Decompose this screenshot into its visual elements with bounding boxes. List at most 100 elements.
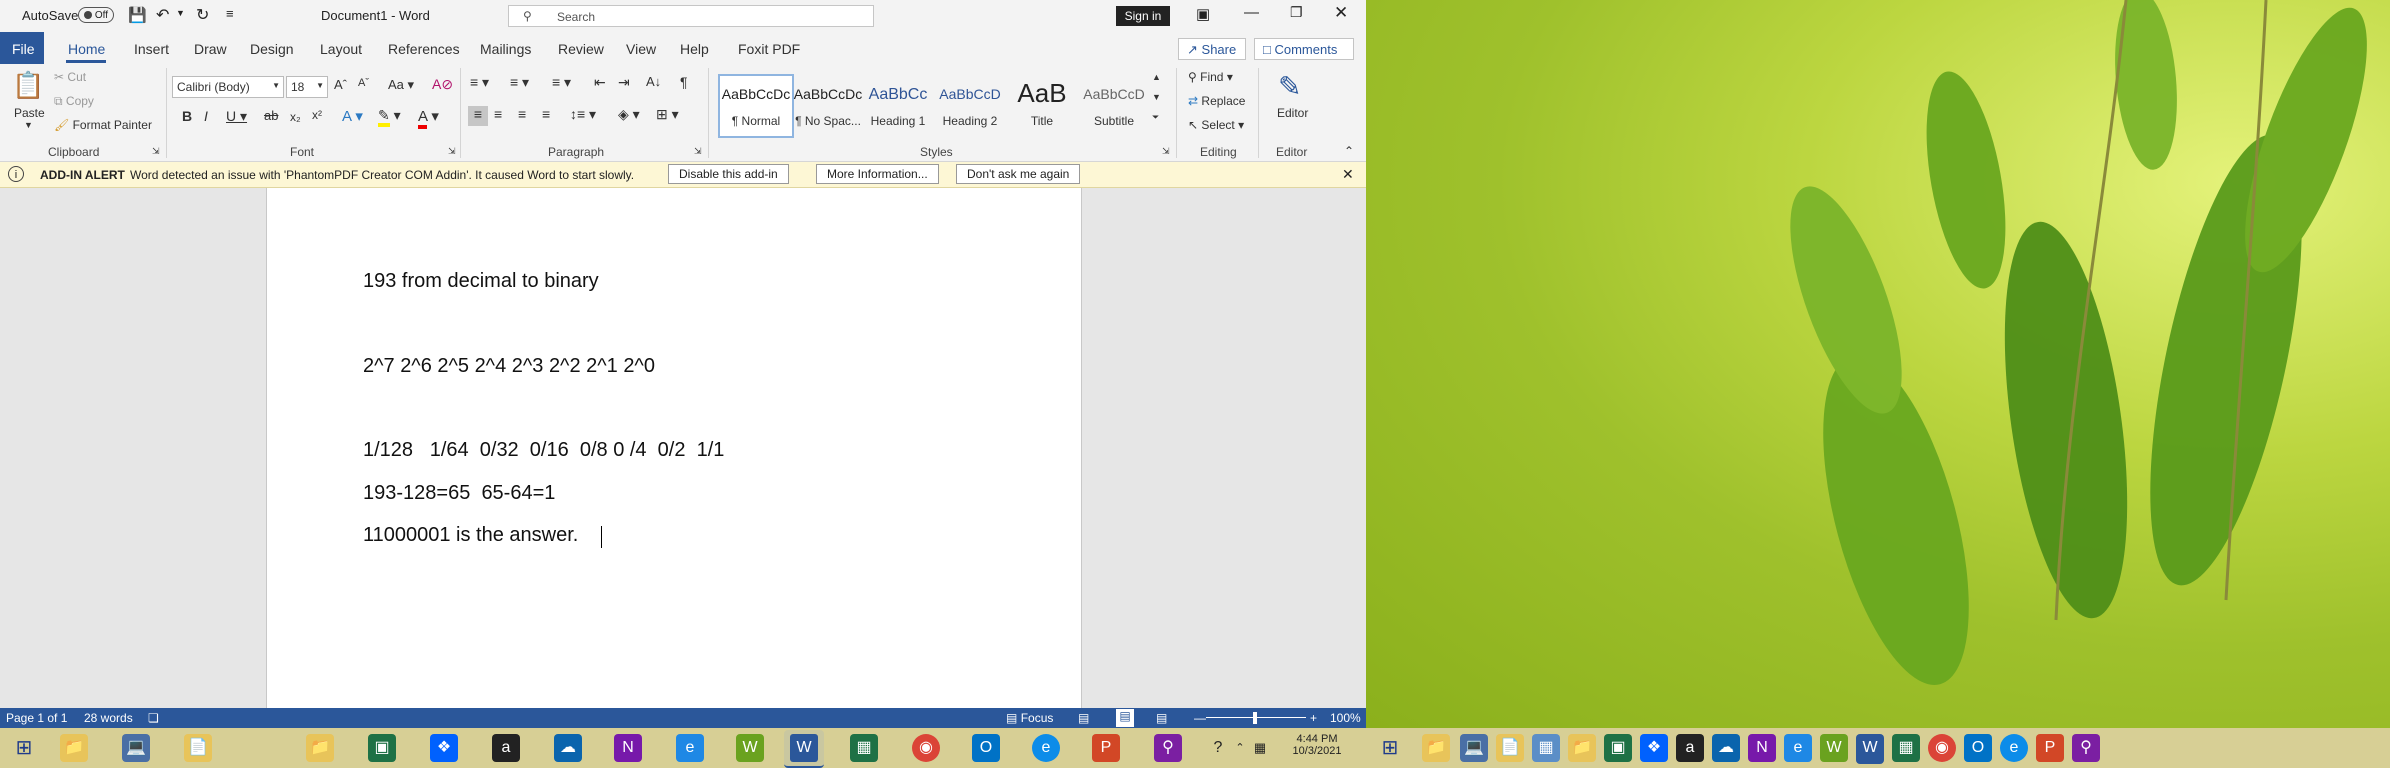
file-explorer-icon[interactable]: 📁: [1422, 734, 1450, 762]
select-button[interactable]: ↖ Select ▾: [1188, 118, 1244, 132]
sign-in-button[interactable]: Sign in: [1116, 6, 1170, 26]
app-w-icon[interactable]: W: [1820, 734, 1848, 762]
font-color-icon[interactable]: A ▾: [418, 107, 439, 129]
this-pc-icon[interactable]: 💻: [1460, 734, 1488, 762]
taskbar-clock[interactable]: 4:44 PM 10/3/2021: [1290, 733, 1344, 757]
font-launcher-icon[interactable]: ⇲: [448, 146, 456, 157]
bold-button[interactable]: B: [182, 108, 192, 124]
tab-insert[interactable]: Insert: [134, 41, 169, 57]
align-center-icon[interactable]: ≡: [494, 106, 502, 122]
this-pc-icon[interactable]: 💻: [122, 734, 150, 762]
styles-more-icon[interactable]: ⏷: [1152, 112, 1159, 123]
italic-button[interactable]: I: [204, 108, 208, 124]
style-heading-1[interactable]: AaBbCc Heading 1: [862, 76, 934, 134]
sheets-icon[interactable]: ▣: [1604, 734, 1632, 762]
cut-button[interactable]: ✂ Cut: [54, 70, 86, 84]
zoom-level[interactable]: 100%: [1330, 711, 1361, 725]
find-button[interactable]: ⚲ Find ▾: [1188, 70, 1233, 84]
multilevel-list-icon[interactable]: ≡ ▾: [552, 74, 571, 91]
change-case-button[interactable]: Aa ▾: [388, 77, 414, 93]
text-effects-icon[interactable]: A ▾: [342, 107, 363, 125]
tab-references[interactable]: References: [388, 41, 460, 57]
dropbox-icon[interactable]: ❖: [430, 734, 458, 762]
search-box[interactable]: ⚲ Search: [508, 5, 874, 27]
word-count[interactable]: 28 words: [84, 711, 133, 725]
search-app-icon[interactable]: ⚲: [1154, 734, 1182, 762]
dont-ask-again-button[interactable]: Don't ask me again: [956, 164, 1081, 184]
focus-button[interactable]: ▤ Focus: [1006, 711, 1053, 725]
tab-file[interactable]: File: [0, 32, 44, 64]
calculator-icon[interactable]: ▦: [850, 734, 878, 762]
clipboard-launcher-icon[interactable]: ⇲: [152, 146, 160, 157]
customize-toolbar-icon[interactable]: ≡: [226, 6, 234, 21]
documents-icon[interactable]: 📄: [1496, 734, 1524, 762]
zoom-slider-thumb[interactable]: [1253, 712, 1257, 724]
file-explorer-icon[interactable]: 📁: [60, 734, 88, 762]
subscript-button[interactable]: x₂: [290, 110, 301, 124]
highlight-icon[interactable]: ✎ ▾: [378, 107, 401, 127]
tab-help[interactable]: Help: [680, 41, 709, 57]
paste-button[interactable]: Paste: [14, 106, 45, 120]
app-w-icon[interactable]: W: [736, 734, 764, 762]
shrink-font-icon[interactable]: Aˇ: [358, 77, 369, 89]
align-right-icon[interactable]: ≡: [518, 106, 526, 122]
grow-font-icon[interactable]: Aˆ: [334, 77, 347, 92]
tab-home[interactable]: Home: [68, 41, 105, 57]
internet-explorer-icon[interactable]: e: [676, 734, 704, 762]
paragraph-launcher-icon[interactable]: ⇲: [694, 146, 702, 157]
save-icon[interactable]: 💾: [128, 6, 147, 24]
style-normal[interactable]: AaBbCcDc ¶ Normal: [718, 74, 794, 138]
close-icon[interactable]: ✕: [1334, 3, 1348, 23]
font-size-select[interactable]: 18 ▼: [286, 76, 328, 98]
tab-draw[interactable]: Draw: [194, 41, 227, 57]
justify-icon[interactable]: ≡: [542, 106, 550, 122]
copy-button[interactable]: ⧉ Copy: [54, 94, 94, 109]
align-left-icon[interactable]: ≡: [468, 106, 488, 126]
clear-formatting-icon[interactable]: A⊘: [432, 76, 453, 93]
battery-icon[interactable]: ▦: [1246, 734, 1274, 762]
print-layout-icon[interactable]: ▤: [1116, 709, 1134, 727]
editor-button[interactable]: Editor: [1277, 106, 1308, 120]
tab-layout[interactable]: Layout: [320, 41, 362, 57]
decrease-indent-icon[interactable]: ⇤: [594, 74, 606, 91]
borders-icon[interactable]: ⊞ ▾: [656, 106, 679, 123]
bullets-icon[interactable]: ≡ ▾: [470, 74, 489, 91]
replace-button[interactable]: ⇄ Replace: [1188, 94, 1245, 108]
page-indicator[interactable]: Page 1 of 1: [6, 711, 67, 725]
undo-dropdown-icon[interactable]: ▼: [176, 8, 185, 18]
ribbon-display-icon[interactable]: ▣: [1196, 5, 1210, 23]
dropbox-icon[interactable]: ❖: [1640, 734, 1668, 762]
style-subtitle[interactable]: AaBbCcD Subtitle: [1078, 76, 1150, 134]
amazon-icon[interactable]: a: [1676, 734, 1704, 762]
zoom-in-icon[interactable]: +: [1310, 711, 1317, 725]
paste-dropdown-icon[interactable]: ▼: [24, 120, 33, 130]
folder-icon[interactable]: 📁: [306, 734, 334, 762]
amazon-icon[interactable]: a: [492, 734, 520, 762]
strikethrough-button[interactable]: ab: [264, 108, 278, 123]
start-icon[interactable]: ⊞: [1376, 734, 1404, 762]
powerpoint-icon[interactable]: P: [2036, 734, 2064, 762]
style-no-spacing[interactable]: AaBbCcDc ¶ No Spac...: [792, 76, 864, 134]
word-taskbar-button[interactable]: W: [784, 730, 824, 768]
app-grid-icon[interactable]: ▦: [1532, 734, 1560, 762]
increase-indent-icon[interactable]: ⇥: [618, 74, 630, 91]
tab-view[interactable]: View: [626, 41, 656, 57]
undo-icon[interactable]: ↶: [156, 5, 169, 25]
word-taskbar-button[interactable]: W: [1856, 734, 1884, 764]
format-painter-button[interactable]: 🖌 Format Painter: [54, 118, 152, 132]
onedrive-icon[interactable]: ☁: [1712, 734, 1740, 762]
styles-launcher-icon[interactable]: ⇲: [1162, 146, 1170, 157]
disable-addin-button[interactable]: Disable this add-in: [668, 164, 789, 184]
font-family-select[interactable]: Calibri (Body) ▼: [172, 76, 284, 98]
calculator-icon[interactable]: ▦: [1892, 734, 1920, 762]
minimize-icon[interactable]: —: [1244, 4, 1259, 21]
styles-scroll-down-icon[interactable]: ▼: [1152, 92, 1161, 102]
start-icon[interactable]: ⊞: [10, 734, 38, 762]
document-page[interactable]: 193 from decimal to binary 2^7 2^6 2^5 2…: [266, 188, 1082, 708]
line-spacing-icon[interactable]: ↕≡ ▾: [570, 106, 596, 123]
share-button[interactable]: ↗ Share: [1178, 38, 1246, 60]
tab-review[interactable]: Review: [558, 41, 604, 57]
tab-foxit-pdf[interactable]: Foxit PDF: [738, 41, 800, 57]
chrome-icon[interactable]: ◉: [912, 734, 940, 762]
outlook-icon[interactable]: O: [1964, 734, 1992, 762]
